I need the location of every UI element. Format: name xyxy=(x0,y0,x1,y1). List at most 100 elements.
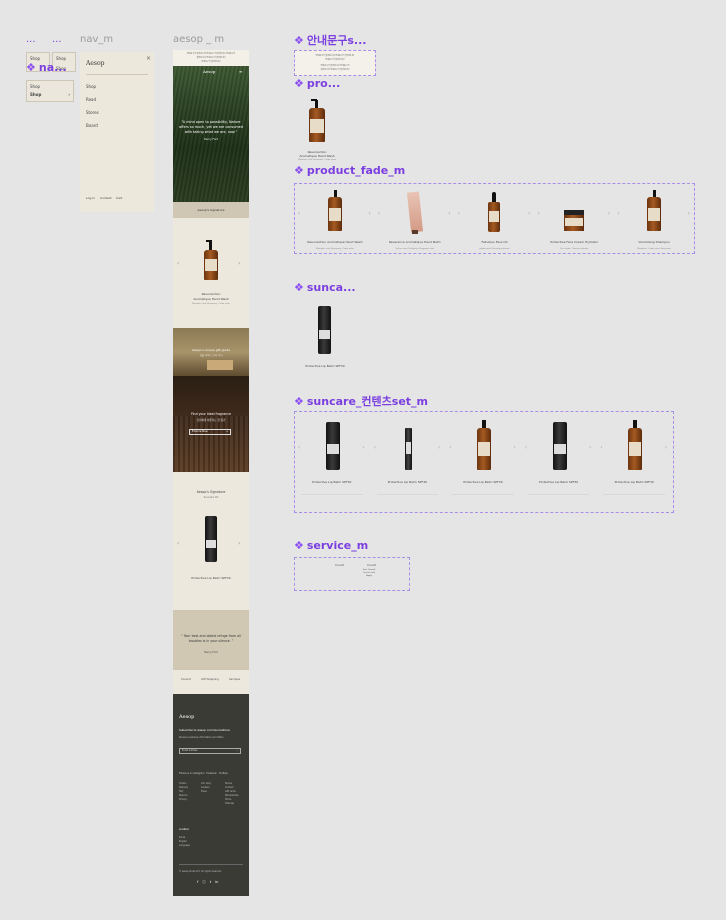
chevron-right-icon[interactable]: › xyxy=(589,444,591,451)
component-icon: ❖ xyxy=(294,539,304,552)
chevron-left-icon[interactable]: ‹ xyxy=(374,444,376,451)
bottle-label xyxy=(328,208,341,221)
service-link-samples[interactable]: Samples xyxy=(229,678,240,681)
product-fade-item[interactable]: ‹ › Protective Face Cream Hydrator Zinc oxi… xyxy=(534,184,614,253)
service-link-gift[interactable]: Gift Wrapping xyxy=(201,678,219,681)
suncare-item[interactable]: ‹ › Protective Lip Balm SPF30 xyxy=(371,412,447,512)
component-name: na... xyxy=(38,61,67,74)
component-icon: ❖ xyxy=(294,33,304,47)
product-fade-item[interactable]: ‹ › Volumising Shampoo Mandarin, Cedar atla… xyxy=(614,184,694,253)
pump-cap xyxy=(653,190,657,197)
chevron-left-icon[interactable]: ‹ xyxy=(525,444,527,451)
chevron-right-icon[interactable]: › xyxy=(368,210,370,217)
component-icon: ❖ xyxy=(26,61,36,74)
product-name: Protective Lip Balm SPF30 xyxy=(191,576,231,580)
bottle-label xyxy=(310,119,324,133)
menu-icon[interactable]: ≡ xyxy=(239,69,242,74)
nav-footer-contact[interactable]: Contact xyxy=(100,196,112,200)
close-icon[interactable]: × xyxy=(146,55,151,62)
service-col-1[interactable]: Consult xyxy=(335,564,344,567)
facebook-icon[interactable]: f xyxy=(197,880,198,885)
footer-link[interactable]: Press xyxy=(201,790,211,794)
chevron-left-icon[interactable]: ‹ xyxy=(177,260,179,267)
product-name: Protective Lip Balm SPF30 xyxy=(614,480,654,484)
pump-cap xyxy=(333,190,337,197)
gift-line-2: 선물 가이드 보러 가기 xyxy=(199,354,223,357)
component-name: service_m xyxy=(306,539,369,552)
sunca-card[interactable]: Protective Lip Balm SPF30 xyxy=(300,298,350,372)
chevron-left-icon[interactable]: ‹ xyxy=(298,210,300,217)
product-fade-item[interactable]: ‹ › Reverence Aromatique Hand Balm Vetiver … xyxy=(375,184,455,253)
location-item[interactable]: Language xyxy=(179,844,190,848)
chevron-left-icon[interactable]: ‹ xyxy=(537,210,539,217)
chevron-right-icon[interactable]: › xyxy=(688,210,690,217)
instagram-icon[interactable]: ⓘ xyxy=(202,880,206,885)
chevron-right-icon[interactable]: › xyxy=(238,540,240,547)
product-fade-item[interactable]: ‹ › Resurrection Aromatique Hand Wash Manda… xyxy=(295,184,375,253)
product-slider: ‹ › Resurrection Aromatique Hand Wash Ma… xyxy=(173,218,249,328)
product-name: Protective Lip Balm SPF30 xyxy=(538,480,579,484)
product-fade-item[interactable]: ‹ › Fabulous Face Oil Jojoba seed, Evening … xyxy=(455,184,535,253)
product-name: Protective Lip Balm SPF30 xyxy=(387,480,428,484)
chevron-left-icon[interactable]: ‹ xyxy=(449,444,451,451)
chevron-left-icon[interactable]: ‹ xyxy=(378,210,380,217)
notice-component: 안내문구가 들어갑니다 안내문구가 들어갑니다 안내문구가 들어갑니다 안내문구… xyxy=(294,50,376,76)
linkedin-icon[interactable]: in xyxy=(215,880,218,885)
chevron-right-icon[interactable]: › xyxy=(513,444,515,451)
email-field[interactable]: Email address → xyxy=(179,748,241,754)
pump-cap xyxy=(633,420,638,428)
nav-footer-login[interactable]: Log in xyxy=(86,196,95,200)
footer-col-2: Our story Careers Press xyxy=(201,782,211,794)
nav-item-board[interactable]: Board xyxy=(86,123,98,128)
service-col-2-title[interactable]: Consult xyxy=(367,564,376,567)
hero-logo[interactable]: Aesop xyxy=(203,69,215,74)
component-label-notice: ❖ 안내문구s... xyxy=(294,32,366,48)
chevron-right-icon[interactable]: › xyxy=(438,444,440,451)
footer-link[interactable]: Privacy xyxy=(179,798,188,802)
chevron-right-icon[interactable]: › xyxy=(448,210,450,217)
hero-author: Henry Ford xyxy=(203,138,219,141)
chevron-left-icon[interactable]: ‹ xyxy=(458,210,460,217)
footer-link[interactable]: Sitemap xyxy=(225,802,239,806)
suncare-item[interactable]: ‹ › Protective Lip Balm SPF30 xyxy=(597,412,673,512)
service-link-consult[interactable]: Consult xyxy=(181,678,191,681)
chevron-left-icon[interactable]: ‹ xyxy=(617,210,619,217)
product-sub: Vetiver root, Petitgrain, Bergamot rind xyxy=(395,248,434,250)
explore-button[interactable]: Explore Now → xyxy=(189,429,231,435)
chevron-left-icon[interactable]: ‹ xyxy=(600,444,602,451)
location-list: Korea English Language xyxy=(179,836,190,848)
aesop-m-frame: 안내문구가 들어갑니다 안내문구가 들어갑니다 안내문구가 들어갑니다 안내문구… xyxy=(173,50,249,896)
footer-logo[interactable]: Aesop xyxy=(179,714,194,720)
footer: Aesop Subscribe to Aesop communications … xyxy=(173,694,249,896)
chevron-right-icon[interactable]: › xyxy=(528,210,530,217)
nav-logo[interactable]: Aesop xyxy=(86,60,104,67)
chevron-right-icon[interactable]: › xyxy=(238,260,240,267)
nav-item-shop[interactable]: Shop xyxy=(86,84,96,89)
pro-card[interactable]: Resurrection Aromatique Hand Wash Mandar… xyxy=(294,94,340,164)
footer-col-3: Stores Contact Gift cards Membership Ter… xyxy=(225,782,239,806)
nav-item-stores[interactable]: Stores xyxy=(86,110,99,115)
chevron-right-icon[interactable]: › xyxy=(665,444,667,451)
nav-small-box-3[interactable]: Shop Shop › xyxy=(26,80,74,102)
component-label-suncare-set: ❖ suncare_컨텐츠set_m xyxy=(294,393,428,409)
frame-label-dots-1: ... xyxy=(26,34,36,45)
chevron-left-icon[interactable]: ‹ xyxy=(298,444,300,451)
chevron-right-icon[interactable]: › xyxy=(362,444,364,451)
chevron-left-icon[interactable]: ‹ xyxy=(177,540,179,547)
suncare-item[interactable]: ‹ › Protective Lip Balm SPF30 xyxy=(295,412,371,512)
gift-section: Aesop's unique gift guide 선물 가이드 보러 가기 xyxy=(173,328,249,376)
product-sub: Mandarin rind, Rosemary, Cedar atlas xyxy=(192,303,230,305)
suncare-item[interactable]: ‹ › Protective Lip Balm SPF30 xyxy=(522,412,598,512)
nav-item-read[interactable]: Read xyxy=(86,97,96,102)
product-fade-row: ‹ › Resurrection Aromatique Hand Wash Manda… xyxy=(295,184,694,253)
arrow-right-icon[interactable]: → xyxy=(236,749,238,753)
service-col-2-list: Free Consult Service Info Apply xyxy=(363,569,375,578)
copyright: © Aesop Korea Ltd. All rights reserved. xyxy=(179,870,222,873)
suncare-item[interactable]: ‹ › Protective Lip Balm SPF30 xyxy=(446,412,522,512)
product-name: Protective Lip Balm SPF30 xyxy=(463,480,503,484)
twitter-icon[interactable]: t xyxy=(210,880,211,885)
service-component: Consult Consult Free Consult Service Inf… xyxy=(294,557,410,591)
product-name: Aromatique Hand Wash xyxy=(299,154,335,158)
nav-footer-cart[interactable]: Cart xyxy=(116,196,122,200)
chevron-right-icon[interactable]: › xyxy=(608,210,610,217)
